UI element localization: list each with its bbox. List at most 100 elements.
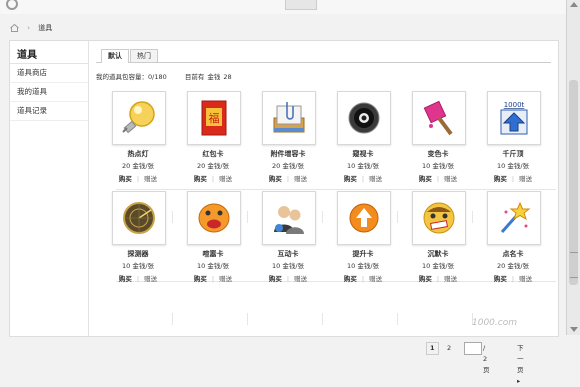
buy-button[interactable]: 购买 xyxy=(269,175,282,183)
page-2-button[interactable]: 2 xyxy=(443,342,455,355)
buy-button[interactable]: 购买 xyxy=(494,175,507,183)
breadcrumb-separator: › xyxy=(27,24,31,32)
item-price: 10 金钱/张 xyxy=(106,260,170,270)
wand-icon[interactable] xyxy=(487,191,541,245)
price-value: 10 xyxy=(196,262,206,270)
price-value: 20 xyxy=(496,262,506,270)
item-card: 1000t 千斤顶 10 金钱/张 购买 | 赠送 xyxy=(481,91,551,183)
item-price: 10 金钱/张 xyxy=(181,260,245,270)
paint-icon[interactable] xyxy=(412,91,466,145)
item-actions: 购买 | 赠送 xyxy=(118,175,158,183)
buy-button[interactable]: 购买 xyxy=(269,275,282,283)
item-actions: 购买 | 赠送 xyxy=(193,175,233,183)
buy-button[interactable]: 购买 xyxy=(419,175,432,183)
price-unit: 金钱/张 xyxy=(507,262,530,270)
next-page-button[interactable]: 下一页 ▸ xyxy=(513,342,528,385)
buy-button[interactable]: 购买 xyxy=(194,175,207,183)
jack-icon[interactable]: 1000t xyxy=(487,91,541,145)
item-card: 喧嚣卡 10 金钱/张 购买 | 赠送 xyxy=(181,191,251,283)
shout-icon[interactable] xyxy=(187,191,241,245)
item-actions: 购买 | 赠送 xyxy=(193,275,233,283)
item-price: 10 金钱/张 xyxy=(256,260,320,270)
buy-button[interactable]: 购买 xyxy=(119,175,132,183)
buy-button[interactable]: 购买 xyxy=(344,175,357,183)
gift-button[interactable]: 赠送 xyxy=(294,275,307,283)
top-strip xyxy=(0,0,580,14)
breadcrumb-current[interactable]: 道具 xyxy=(38,24,52,32)
item-price: 10 金钱/张 xyxy=(331,160,395,170)
item-actions: 购买 | 赠送 xyxy=(418,275,458,283)
buy-button[interactable]: 购买 xyxy=(119,275,132,283)
item-actions: 购买 | 赠送 xyxy=(493,275,533,283)
item-actions: 购买 | 赠送 xyxy=(418,175,458,183)
mute-icon[interactable] xyxy=(412,191,466,245)
red-envelope-icon[interactable]: 福 xyxy=(187,91,241,145)
tab-bar: 默认 热门 xyxy=(96,49,551,63)
item-price: 10 金钱/张 xyxy=(406,160,470,170)
up-arrow-icon[interactable] xyxy=(337,191,391,245)
price-value: 10 xyxy=(346,262,356,270)
item-card: 提升卡 10 金钱/张 购买 | 赠送 xyxy=(331,191,401,283)
sidebar: 道具 道具商店 我的道具 道具记录 xyxy=(10,41,89,336)
price-unit: 金钱/张 xyxy=(282,262,305,270)
item-price: 10 金钱/张 xyxy=(331,260,395,270)
balance-value: 28 xyxy=(223,73,232,81)
gift-button[interactable]: 赠送 xyxy=(444,175,457,183)
item-price: 20 金钱/张 xyxy=(181,160,245,170)
item-name: 喧嚣卡 xyxy=(202,250,224,258)
toolbar-button[interactable] xyxy=(285,0,317,10)
gift-button[interactable]: 赠送 xyxy=(219,275,232,283)
currency-label: 金钱 xyxy=(207,73,221,81)
price-value: 20 xyxy=(271,162,281,170)
watermark: 1000.com xyxy=(472,318,517,328)
gift-button[interactable]: 赠送 xyxy=(294,175,307,183)
gift-button[interactable]: 赠送 xyxy=(219,175,232,183)
buy-button[interactable]: 购买 xyxy=(344,275,357,283)
tab-default[interactable]: 默认 xyxy=(101,49,129,63)
attachment-icon[interactable] xyxy=(262,91,316,145)
users-icon[interactable] xyxy=(262,191,316,245)
home-icon[interactable] xyxy=(10,23,19,32)
sidebar-item-records[interactable]: 道具记录 xyxy=(10,102,88,121)
buy-button[interactable]: 购买 xyxy=(194,275,207,283)
item-card: 窥视卡 10 金钱/张 购买 | 赠送 xyxy=(331,91,401,183)
item-actions: 购买 | 赠送 xyxy=(118,275,158,283)
item-name: 千斤顶 xyxy=(502,150,524,158)
item-price: 10 金钱/张 xyxy=(481,160,545,170)
item-card: 热点灯 20 金钱/张 购买 | 赠送 xyxy=(106,91,176,183)
buy-button[interactable]: 购买 xyxy=(419,275,432,283)
gift-button[interactable]: 赠送 xyxy=(519,275,532,283)
gift-button[interactable]: 赠送 xyxy=(444,275,457,283)
item-actions: 购买 | 赠送 xyxy=(268,275,308,283)
gift-button[interactable]: 赠送 xyxy=(369,175,382,183)
bulb-icon[interactable] xyxy=(112,91,166,145)
scroll-down-icon[interactable] xyxy=(570,327,578,332)
gift-button[interactable]: 赠送 xyxy=(519,175,532,183)
page-1-button[interactable]: 1 xyxy=(426,342,439,355)
item-name: 点名卡 xyxy=(502,250,524,258)
gift-button[interactable]: 赠送 xyxy=(144,175,157,183)
item-name: 红包卡 xyxy=(202,150,224,158)
grip-icon xyxy=(570,252,578,278)
envelope-glyph: 福 xyxy=(209,111,220,125)
gift-button[interactable]: 赠送 xyxy=(369,275,382,283)
gift-button[interactable]: 赠送 xyxy=(144,275,157,283)
vertical-scrollbar[interactable] xyxy=(566,0,580,335)
radar-icon[interactable] xyxy=(112,191,166,245)
price-value: 20 xyxy=(121,162,131,170)
sidebar-item-shop[interactable]: 道具商店 xyxy=(10,64,88,83)
item-card: 探测器 10 金钱/张 购买 | 赠送 xyxy=(106,191,176,283)
search-icon[interactable] xyxy=(6,0,18,10)
sidebar-item-my-items[interactable]: 我的道具 xyxy=(10,83,88,102)
scroll-up-icon[interactable] xyxy=(570,2,578,7)
tab-popular[interactable]: 热门 xyxy=(130,49,158,62)
eye-icon[interactable] xyxy=(337,91,391,145)
buy-button[interactable]: 购买 xyxy=(494,275,507,283)
price-value: 10 xyxy=(421,262,431,270)
price-value: 10 xyxy=(121,262,131,270)
item-actions: 购买 | 赠送 xyxy=(268,175,308,183)
item-name: 提升卡 xyxy=(352,250,374,258)
balance-label: 目前有 xyxy=(184,73,205,81)
capacity-text: 我的道具包容量：0/180 xyxy=(96,73,167,81)
price-value: 10 xyxy=(496,162,506,170)
